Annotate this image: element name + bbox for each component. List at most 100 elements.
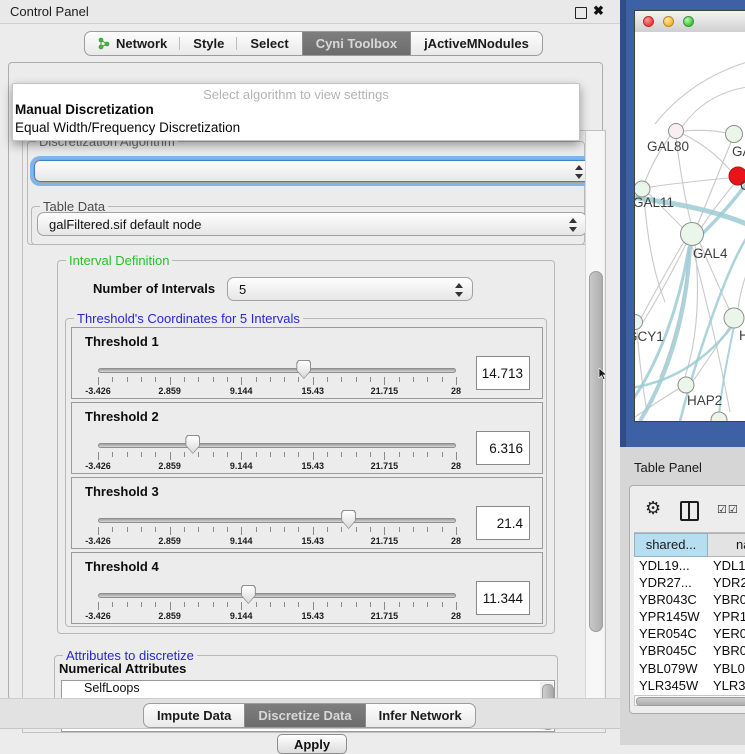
bottom-tab-infer-network[interactable]: Infer Network (366, 704, 475, 727)
cyni-toolbox-panel: Discretization Algorithm Table Data galF… (8, 62, 603, 700)
table-row[interactable]: YDR27... YDR2 (634, 574, 745, 591)
gear-icon[interactable]: ⚙ (645, 499, 661, 517)
tab-cyni-toolbox[interactable]: Cyni Toolbox (302, 32, 411, 55)
threshold-slider[interactable]: -3.4262.8599.14415.4321.71528 (98, 403, 456, 473)
tab-label: Network (116, 36, 167, 51)
float-window-icon[interactable] (575, 7, 587, 19)
tab-label: Select (250, 36, 288, 51)
cell-shared-name[interactable]: YDL19... (639, 558, 690, 573)
network-edge[interactable] (640, 240, 685, 320)
node-label: H (739, 328, 745, 343)
attribute-list-item[interactable]: SelfLoops (62, 681, 554, 697)
node-label: GAL80 (647, 139, 689, 154)
network-edge[interactable] (655, 62, 745, 124)
threshold-slider[interactable]: -3.4262.8599.14415.4321.71528 (98, 478, 456, 548)
cell-shared-name[interactable]: YBR045C (639, 643, 697, 658)
algorithm-dropdown-popup: Select algorithm to view settings Manual… (12, 83, 580, 141)
table-row[interactable]: YBR045C YBR0 (634, 642, 745, 659)
number-of-intervals-spinner[interactable]: 5 (227, 277, 473, 301)
table-row[interactable]: YDL19... YDL1 (634, 557, 745, 574)
threshold-value-input[interactable]: 21.4 (476, 506, 530, 540)
table-row[interactable]: YBL079W YBL0 (634, 660, 745, 677)
network-node-gal4[interactable] (681, 223, 704, 246)
mouse-cursor (598, 368, 609, 381)
slider-track[interactable] (98, 593, 456, 598)
cell-name[interactable]: YBL0 (713, 661, 745, 676)
bottom-tab-discretize-data[interactable]: Discretize Data (244, 704, 365, 727)
network-node-gal80[interactable] (669, 124, 684, 139)
zoom-window-icon[interactable] (683, 16, 694, 27)
cell-name[interactable]: YLR3 (713, 678, 745, 693)
network-canvas[interactable]: GAL80GACGAL11GAL4GCY1HHAP2 (635, 32, 745, 421)
network-edge[interactable] (692, 246, 730, 412)
cell-name[interactable]: YDR2 (713, 575, 745, 590)
tab-label: Cyni Toolbox (316, 36, 397, 51)
bottom-tab-bar: Impute DataDiscretize DataInfer Network (143, 703, 476, 728)
tab-jactivemnodules[interactable]: jActiveMNodules (411, 32, 542, 55)
network-node-h[interactable] (724, 308, 744, 328)
algorithm-combobox[interactable] (33, 159, 593, 183)
network-edge[interactable] (644, 197, 665, 302)
close-panel-icon[interactable]: ✖ (593, 3, 604, 19)
slider-track[interactable] (98, 443, 456, 448)
dropdown-option[interactable]: Equal Width/Frequency Discretization (15, 120, 240, 135)
minimize-window-icon[interactable] (663, 16, 674, 27)
node-label: GAL4 (693, 246, 728, 261)
cell-shared-name[interactable]: YPR145W (639, 609, 700, 624)
table-row[interactable]: YLR345W YLR3 (634, 677, 745, 694)
column-header-shared-name[interactable]: shared... (634, 533, 708, 557)
network-edge[interactable] (682, 87, 745, 127)
cell-shared-name[interactable]: YDR27... (639, 575, 692, 590)
tab-label: Style (193, 36, 224, 51)
table-data-combobox[interactable]: galFiltered.sif default node (37, 212, 587, 236)
table-row[interactable]: YPR145W YPR1 (634, 608, 745, 625)
slider-track[interactable] (98, 518, 456, 523)
network-window-titlebar[interactable] (635, 11, 745, 33)
cell-shared-name[interactable]: YBR043C (639, 592, 697, 607)
tab-style[interactable]: Style (180, 32, 237, 55)
panel-scrollbar[interactable] (585, 131, 604, 729)
node-table[interactable]: shared... na YDL19...YDL1YDR27...YDR2YBR… (634, 532, 745, 696)
network-edge[interactable] (738, 272, 745, 309)
cell-name[interactable]: YBR0 (713, 643, 745, 658)
column-header-name[interactable]: na (708, 533, 745, 557)
network-edge[interactable] (683, 134, 730, 170)
network-edge[interactable] (650, 178, 729, 187)
bottom-tab-impute-data[interactable]: Impute Data (144, 704, 244, 727)
network-node-ga[interactable] (726, 126, 743, 143)
dropdown-option[interactable]: Manual Discretization (15, 102, 154, 117)
tab-select[interactable]: Select (237, 32, 301, 55)
threshold-panel-2: Threshold 2-3.4262.8599.14415.4321.71528… (71, 402, 543, 474)
number-of-intervals-label: Number of Intervals (93, 281, 215, 296)
table-panel-title: Table Panel (634, 460, 702, 475)
slider-thumb[interactable] (341, 510, 356, 529)
cell-name[interactable]: YER0 (713, 626, 745, 641)
cell-name[interactable]: YBR0 (713, 592, 745, 607)
cell-name[interactable]: YPR1 (713, 609, 745, 624)
table-row[interactable]: YER054C YER0 (634, 625, 745, 642)
table-row[interactable]: YBR043C YBR0 (634, 591, 745, 608)
tab-network[interactable]: Network (85, 32, 180, 55)
table-hscrollbar-thumb[interactable] (636, 697, 745, 706)
threshold-value-input[interactable]: 14.713 (476, 356, 530, 390)
threshold-slider[interactable]: -3.4262.8599.14415.4321.71528 (98, 328, 456, 398)
network-node[interactable] (711, 412, 727, 421)
threshold-value-input[interactable]: 6.316 (476, 431, 530, 465)
cell-name[interactable]: YDL1 (713, 558, 745, 573)
panel-scrollbar-thumb[interactable] (589, 271, 603, 632)
control-panel-titlebar: Control Panel ✖ (0, 0, 620, 24)
table-hscrollbar[interactable] (634, 695, 745, 706)
threshold-slider[interactable]: -3.4262.8599.14415.4321.71528 (98, 553, 456, 623)
network-edge[interactable] (683, 130, 726, 133)
cell-shared-name[interactable]: YLR345W (639, 678, 698, 693)
split-columns-icon[interactable] (680, 501, 699, 521)
cell-shared-name[interactable]: YBL079W (639, 661, 698, 676)
threshold-value-input[interactable]: 11.344 (476, 581, 530, 615)
select-columns-icons[interactable]: ☑☑ (717, 503, 739, 516)
apply-button[interactable]: Apply (277, 734, 347, 754)
cell-shared-name[interactable]: YER054C (639, 626, 697, 641)
network-node-hap2[interactable] (678, 377, 694, 393)
slider-thumb[interactable] (241, 585, 256, 604)
close-window-icon[interactable] (643, 16, 654, 27)
slider-track[interactable] (98, 368, 456, 373)
